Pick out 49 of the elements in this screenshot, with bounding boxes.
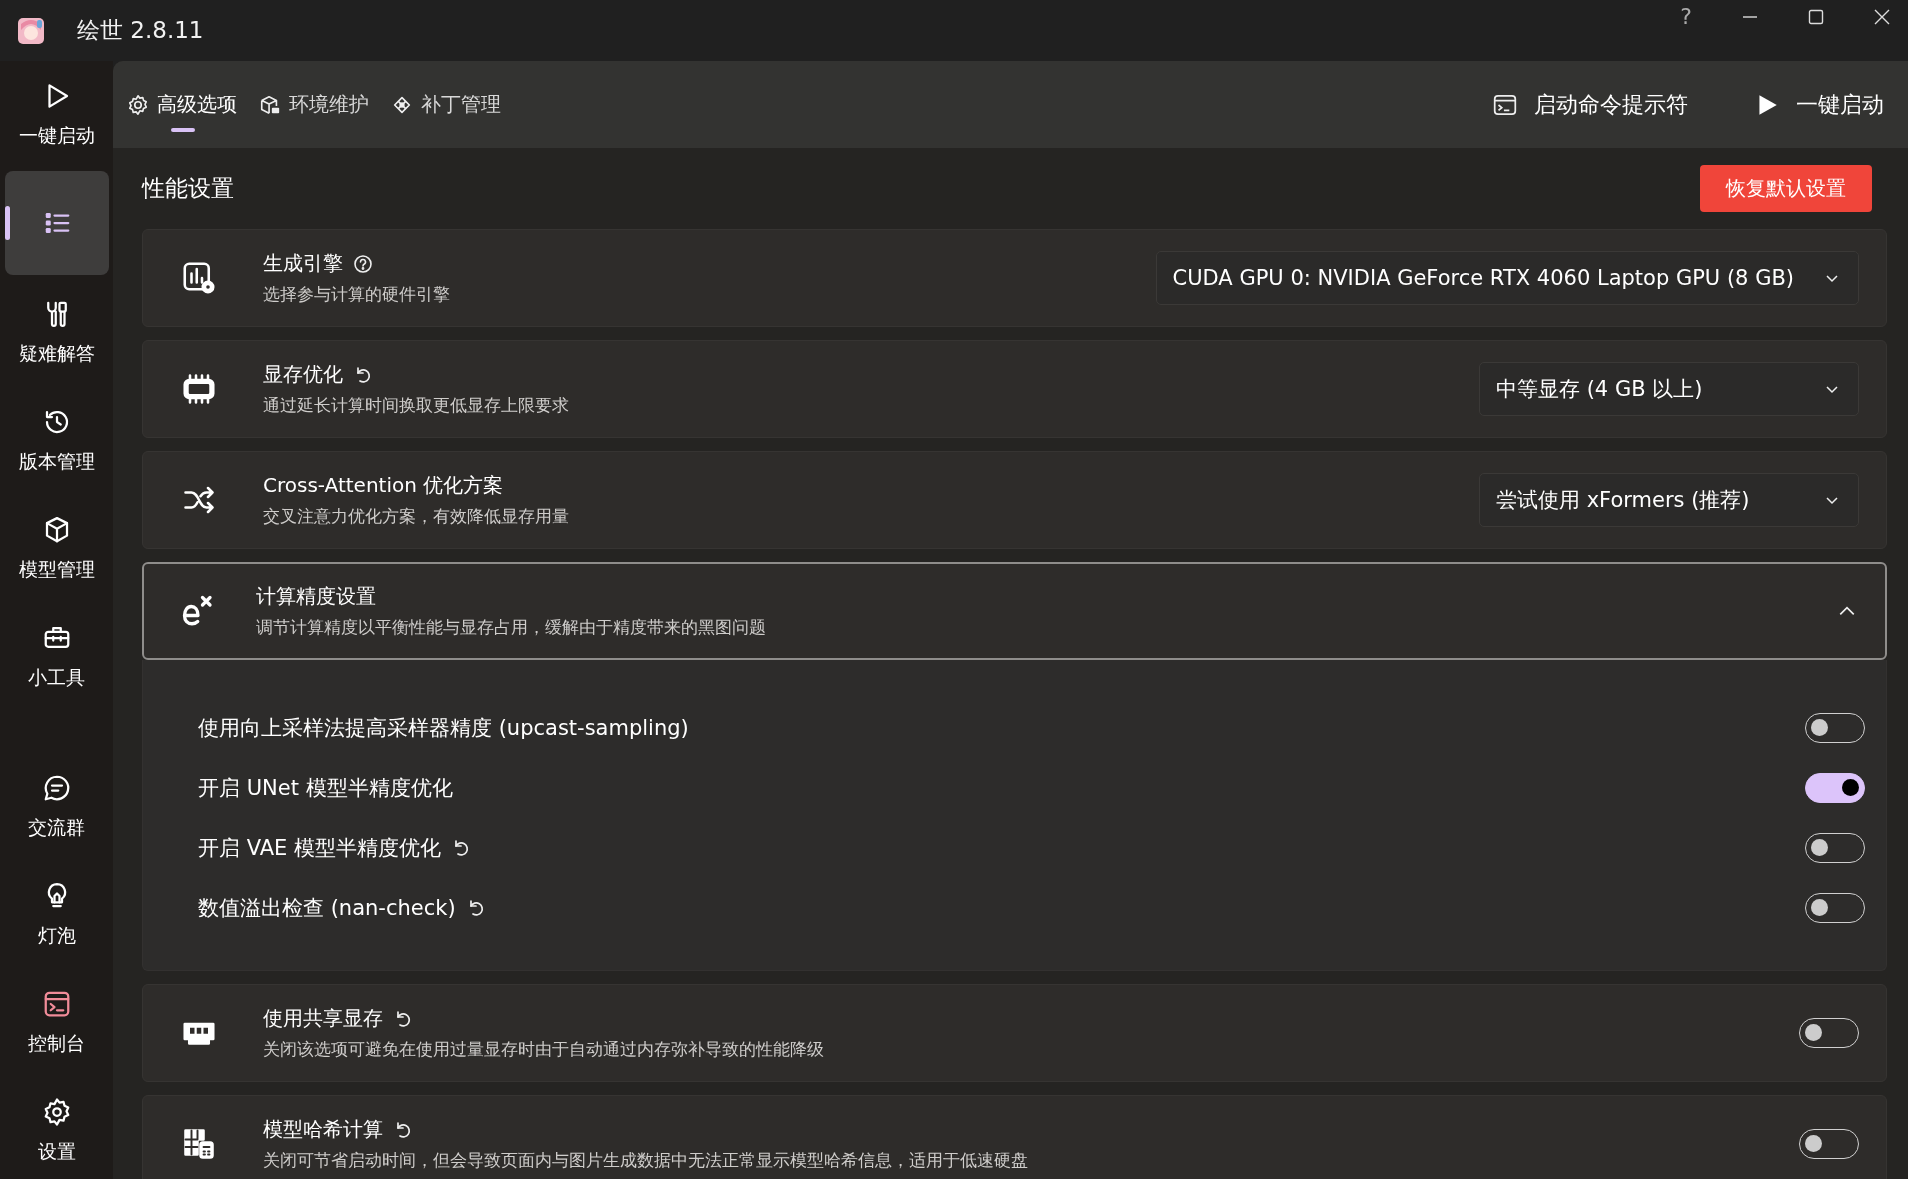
sidebar-label[interactable]: 设置 — [37, 1139, 76, 1165]
tab[interactable]: 补丁管理 — [421, 77, 501, 132]
setting-description: 选择参与计算的硬件引擎 — [263, 283, 450, 306]
setting-title: 生成引擎 — [263, 250, 343, 277]
setting-description: 调节计算精度以平衡性能与显存占用，缓解由于精度带来的黑图问题 — [256, 616, 766, 639]
tab[interactable]: 高级选项 — [157, 77, 237, 132]
setting-description: 交叉注意力优化方案，有效降低显存用量 — [263, 505, 569, 528]
maximize-icon[interactable] — [1808, 8, 1824, 25]
chip-icon — [181, 371, 217, 407]
package-icon — [259, 93, 281, 116]
setting-title: 使用共享显存 — [263, 1005, 383, 1032]
setting-description: 关闭可节省启动时间，但会导致页面内与图片生成数据中无法正常显示模型哈希信息，适用于低速硬盘 — [263, 1149, 1028, 1172]
setting-description: 通过延长计算时间换取更低显存上限要求 — [263, 394, 569, 417]
option-label: 开启 VAE 模型半精度优化 — [198, 835, 441, 862]
action-button[interactable]: 一键启动 — [1796, 89, 1884, 120]
sidebar-label[interactable]: 灯泡 — [37, 923, 76, 949]
dropdown[interactable]: CUDA GPU 0: NVIDIA GeForce RTX 4060 Laptop GPU (8 GB) — [1155, 251, 1859, 305]
gear-icon — [127, 93, 149, 116]
help-button[interactable]: ? — [1680, 4, 1692, 29]
chart-gear-icon — [181, 260, 217, 296]
sidebar-label[interactable]: 模型管理 — [18, 557, 95, 583]
dropdown[interactable]: 尝试使用 xFormers (推荐) — [1479, 473, 1859, 527]
setting-title: 计算精度设置 — [256, 583, 376, 610]
reset-defaults-button[interactable]: 恢复默认设置 — [1700, 165, 1872, 212]
section-title: 性能设置 — [142, 174, 234, 203]
setting-description: 关闭该选项可避免在使用过量显存时由于自动通过内存弥补导致的性能降级 — [263, 1038, 824, 1061]
setting-title: Cross-Attention 优化方案 — [263, 472, 504, 499]
grid-calc-icon — [181, 1126, 217, 1162]
setting-title: 模型哈希计算 — [263, 1116, 383, 1143]
toggle-switch[interactable] — [1805, 773, 1865, 803]
help-icon[interactable] — [353, 253, 373, 274]
option-label: 开启 UNet 模型半精度优化 — [198, 775, 453, 802]
app-icon — [18, 17, 44, 44]
sidebar-label[interactable]: 版本管理 — [18, 449, 95, 475]
tab[interactable]: 环境维护 — [289, 77, 369, 132]
action-button[interactable]: 启动命令提示符 — [1534, 89, 1688, 120]
sidebar-label[interactable]: 交流群 — [28, 815, 85, 841]
sidebar-label[interactable]: 控制台 — [28, 1031, 85, 1057]
sidebar-label[interactable]: 小工具 — [28, 665, 85, 691]
close-icon[interactable] — [1874, 8, 1890, 25]
option-label: 数值溢出检查 (nan-check) — [198, 895, 456, 922]
setting-title: 显存优化 — [263, 361, 343, 388]
expander-header[interactable]: 计算精度设置 调节计算精度以平衡性能与显存占用，缓解由于精度带来的黑图问题 — [142, 562, 1887, 660]
sidebar-label[interactable]: 一键启动 — [18, 123, 95, 149]
window-title: 绘世 2.8.11 — [77, 16, 204, 45]
sidebar-label[interactable]: 疑难解答 — [18, 341, 95, 367]
sidebar-item[interactable] — [4, 171, 109, 275]
option-label: 使用向上采样法提高采样器精度 (upcast-sampling) — [198, 715, 689, 742]
dropdown[interactable]: 中等显存 (4 GB 以上) — [1479, 362, 1859, 416]
